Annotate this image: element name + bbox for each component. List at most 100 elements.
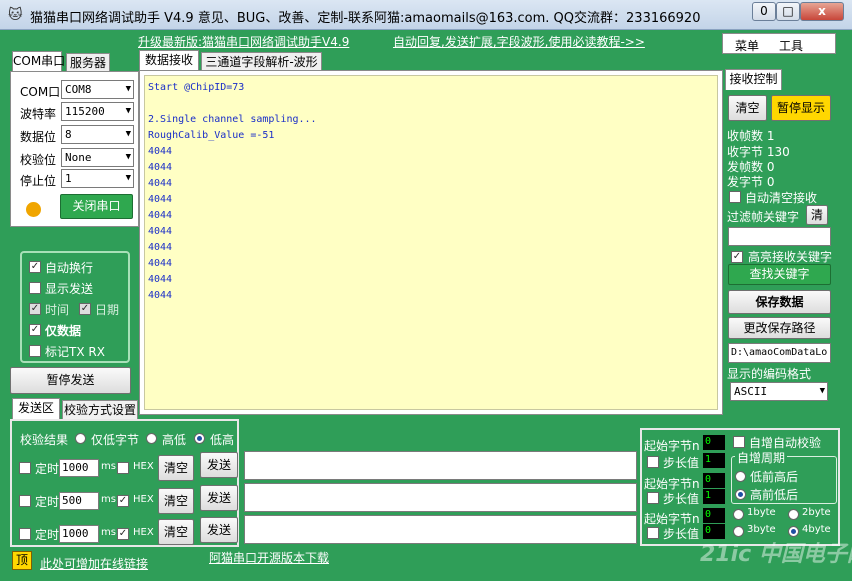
tab-send-area[interactable]: 发送区 [12,398,60,419]
hex-checkbox-3[interactable]: ✓ [117,528,129,540]
timer-checkbox-1[interactable] [19,462,31,474]
send-text-input-1[interactable] [244,451,637,480]
port-label: COM口 [20,85,61,99]
pin-top-button[interactable]: 顶 [12,551,32,570]
rx-frames-count: 收帧数 1 [727,129,775,143]
tx-bytes-count: 发字节 0 [727,175,775,189]
auto-wrap-label: 自动换行 [45,261,94,275]
checksum-low-only-radio[interactable] [75,433,86,444]
date-checkbox[interactable]: ✓ [79,303,91,315]
data-only-checkbox[interactable]: ✓ [29,324,41,336]
receive-line: 4044 [148,146,173,157]
auto-clear-label: 自动清空接收 [745,191,818,205]
stopbits-select[interactable]: 1 ▼ [61,169,134,188]
send-button-2[interactable]: 发送 [200,485,238,511]
tab-checksum-settings[interactable]: 校验方式设置 [62,400,138,419]
step-checkbox-1[interactable] [647,456,659,468]
maximize-button[interactable]: □ [776,2,800,21]
timer-label-3: 定时 [35,528,60,542]
byte1-radio[interactable] [733,509,744,520]
receive-control-panel: 清空 暂停显示 收帧数 1 收字节 130 发帧数 0 发字节 0 自动清空接收… [725,89,836,405]
send-button-3[interactable]: 发送 [200,517,238,543]
find-keyword-button[interactable]: 查找关键字 [728,264,831,285]
change-path-button[interactable]: 更改保存路径 [728,317,831,339]
step-checkbox-2[interactable] [647,492,659,504]
tab-server[interactable]: 服务器 [66,53,110,72]
hex-label-2: HEX [133,494,154,505]
baud-select[interactable]: 115200 ▼ [61,102,134,121]
timer-checkbox-2[interactable] [19,495,31,507]
port-select[interactable]: COM8 ▼ [61,80,134,99]
clear-receive-button[interactable]: 清空 [728,95,767,121]
clear-send-button-3[interactable]: 清空 [158,519,194,545]
checksum-low-high-radio[interactable] [194,433,205,444]
hex-checkbox-2[interactable]: ✓ [117,495,129,507]
filter-input[interactable] [728,227,831,246]
recv-control-tab[interactable]: 接收控制 [725,69,782,90]
time-checkbox[interactable]: ✓ [29,303,41,315]
timer-checkbox-3[interactable] [19,528,31,540]
hex-label-3: HEX [133,527,154,538]
timer-interval-input-1[interactable]: 1000 [59,459,99,477]
clear-send-button-1[interactable]: 清空 [158,455,194,481]
byte1-label: 1byte [747,507,776,518]
increment-panel: 起始字节n 0 步长值 1 起始字节n 0 步长值 1 起始字节n 0 步长值 … [640,428,840,546]
send-text-input-2[interactable] [244,483,637,512]
step-checkbox-3[interactable] [647,527,659,539]
databits-select[interactable]: 8 ▼ [61,125,134,144]
clear-send-button-2[interactable]: 清空 [158,488,194,514]
receive-textarea[interactable]: Start @ChipID=73 2.Single channel samplin… [144,75,718,410]
pause-send-button[interactable]: 暂停发送 [10,367,131,394]
timer-interval-input-3[interactable]: 1000 [59,525,99,543]
byte2-radio[interactable] [788,509,799,520]
step-input-2[interactable]: 1 [703,489,725,504]
show-send-label: 显示发送 [45,282,94,296]
chevron-down-icon: ▼ [125,129,131,139]
chevron-down-icon: ▼ [125,152,131,162]
app-icon: 🐱 [8,7,23,23]
tab-three-channel[interactable]: 三通道字段解析-波形 [201,52,322,71]
hex-checkbox-1[interactable] [117,462,129,474]
high-first-radio[interactable] [735,489,746,500]
highlight-label: 高亮接收关键字 [748,250,833,264]
send-button-1[interactable]: 发送 [200,452,238,478]
parity-select[interactable]: None ▼ [61,148,134,167]
tab-com[interactable]: COM串口 [12,51,65,72]
save-data-button[interactable]: 保存数据 [728,290,831,314]
online-link[interactable]: 此处可增加在线链接 [40,555,148,572]
byte4-label: 4byte [802,524,831,535]
low-first-radio[interactable] [735,471,746,482]
pause-display-button[interactable]: 暂停显示 [771,95,831,121]
timer-interval-input-2[interactable]: 500 [59,492,99,510]
menu-bar: 菜单 工具 [722,33,836,54]
auto-clear-checkbox[interactable] [729,191,741,203]
auto-wrap-checkbox[interactable]: ✓ [29,261,41,273]
tab-data-receive[interactable]: 数据接收 [139,50,199,71]
increment-period-group: 自增周期 低前高后 高前低后 [731,449,837,504]
close-button[interactable]: x [800,2,844,21]
upgrade-link[interactable]: 升级最新版:猫猫串口网络调试助手V4.9 [138,33,349,50]
filter-clear-button[interactable]: 清 [806,205,828,225]
start-byte-input-3[interactable]: 0 [703,508,725,523]
show-send-checkbox[interactable] [29,282,41,294]
start-byte-input-2[interactable]: 0 [703,473,725,488]
download-link[interactable]: 阿猫串口开源版本下载 [209,549,329,566]
receive-line: 4044 [148,274,173,285]
step-input-1[interactable]: 1 [703,453,725,468]
highlight-checkbox[interactable]: ✓ [731,251,743,263]
menu-item-tools[interactable]: 工具 [779,37,803,54]
mark-txrx-checkbox[interactable] [29,345,41,357]
menu-item-menu[interactable]: 菜单 [735,37,759,54]
close-port-button[interactable]: 关闭串口 [60,194,133,219]
checksum-low-only-label: 仅低字节 [91,433,140,447]
checksum-high-low-radio[interactable] [146,433,157,444]
date-label: 日期 [95,303,120,317]
auto-checksum-checkbox[interactable] [733,436,745,448]
start-byte-input-1[interactable]: 0 [703,435,725,450]
features-link[interactable]: 自动回复,发送扩展,字段波形,使用必读教程->> [393,33,645,50]
receive-line: 4044 [148,210,173,221]
send-text-input-3[interactable] [244,515,637,544]
minimize-button[interactable]: 0 [752,2,776,21]
encoding-select[interactable]: ASCII ▼ [730,382,828,401]
save-path-input[interactable]: D:\amaoComDataLo [728,343,831,363]
